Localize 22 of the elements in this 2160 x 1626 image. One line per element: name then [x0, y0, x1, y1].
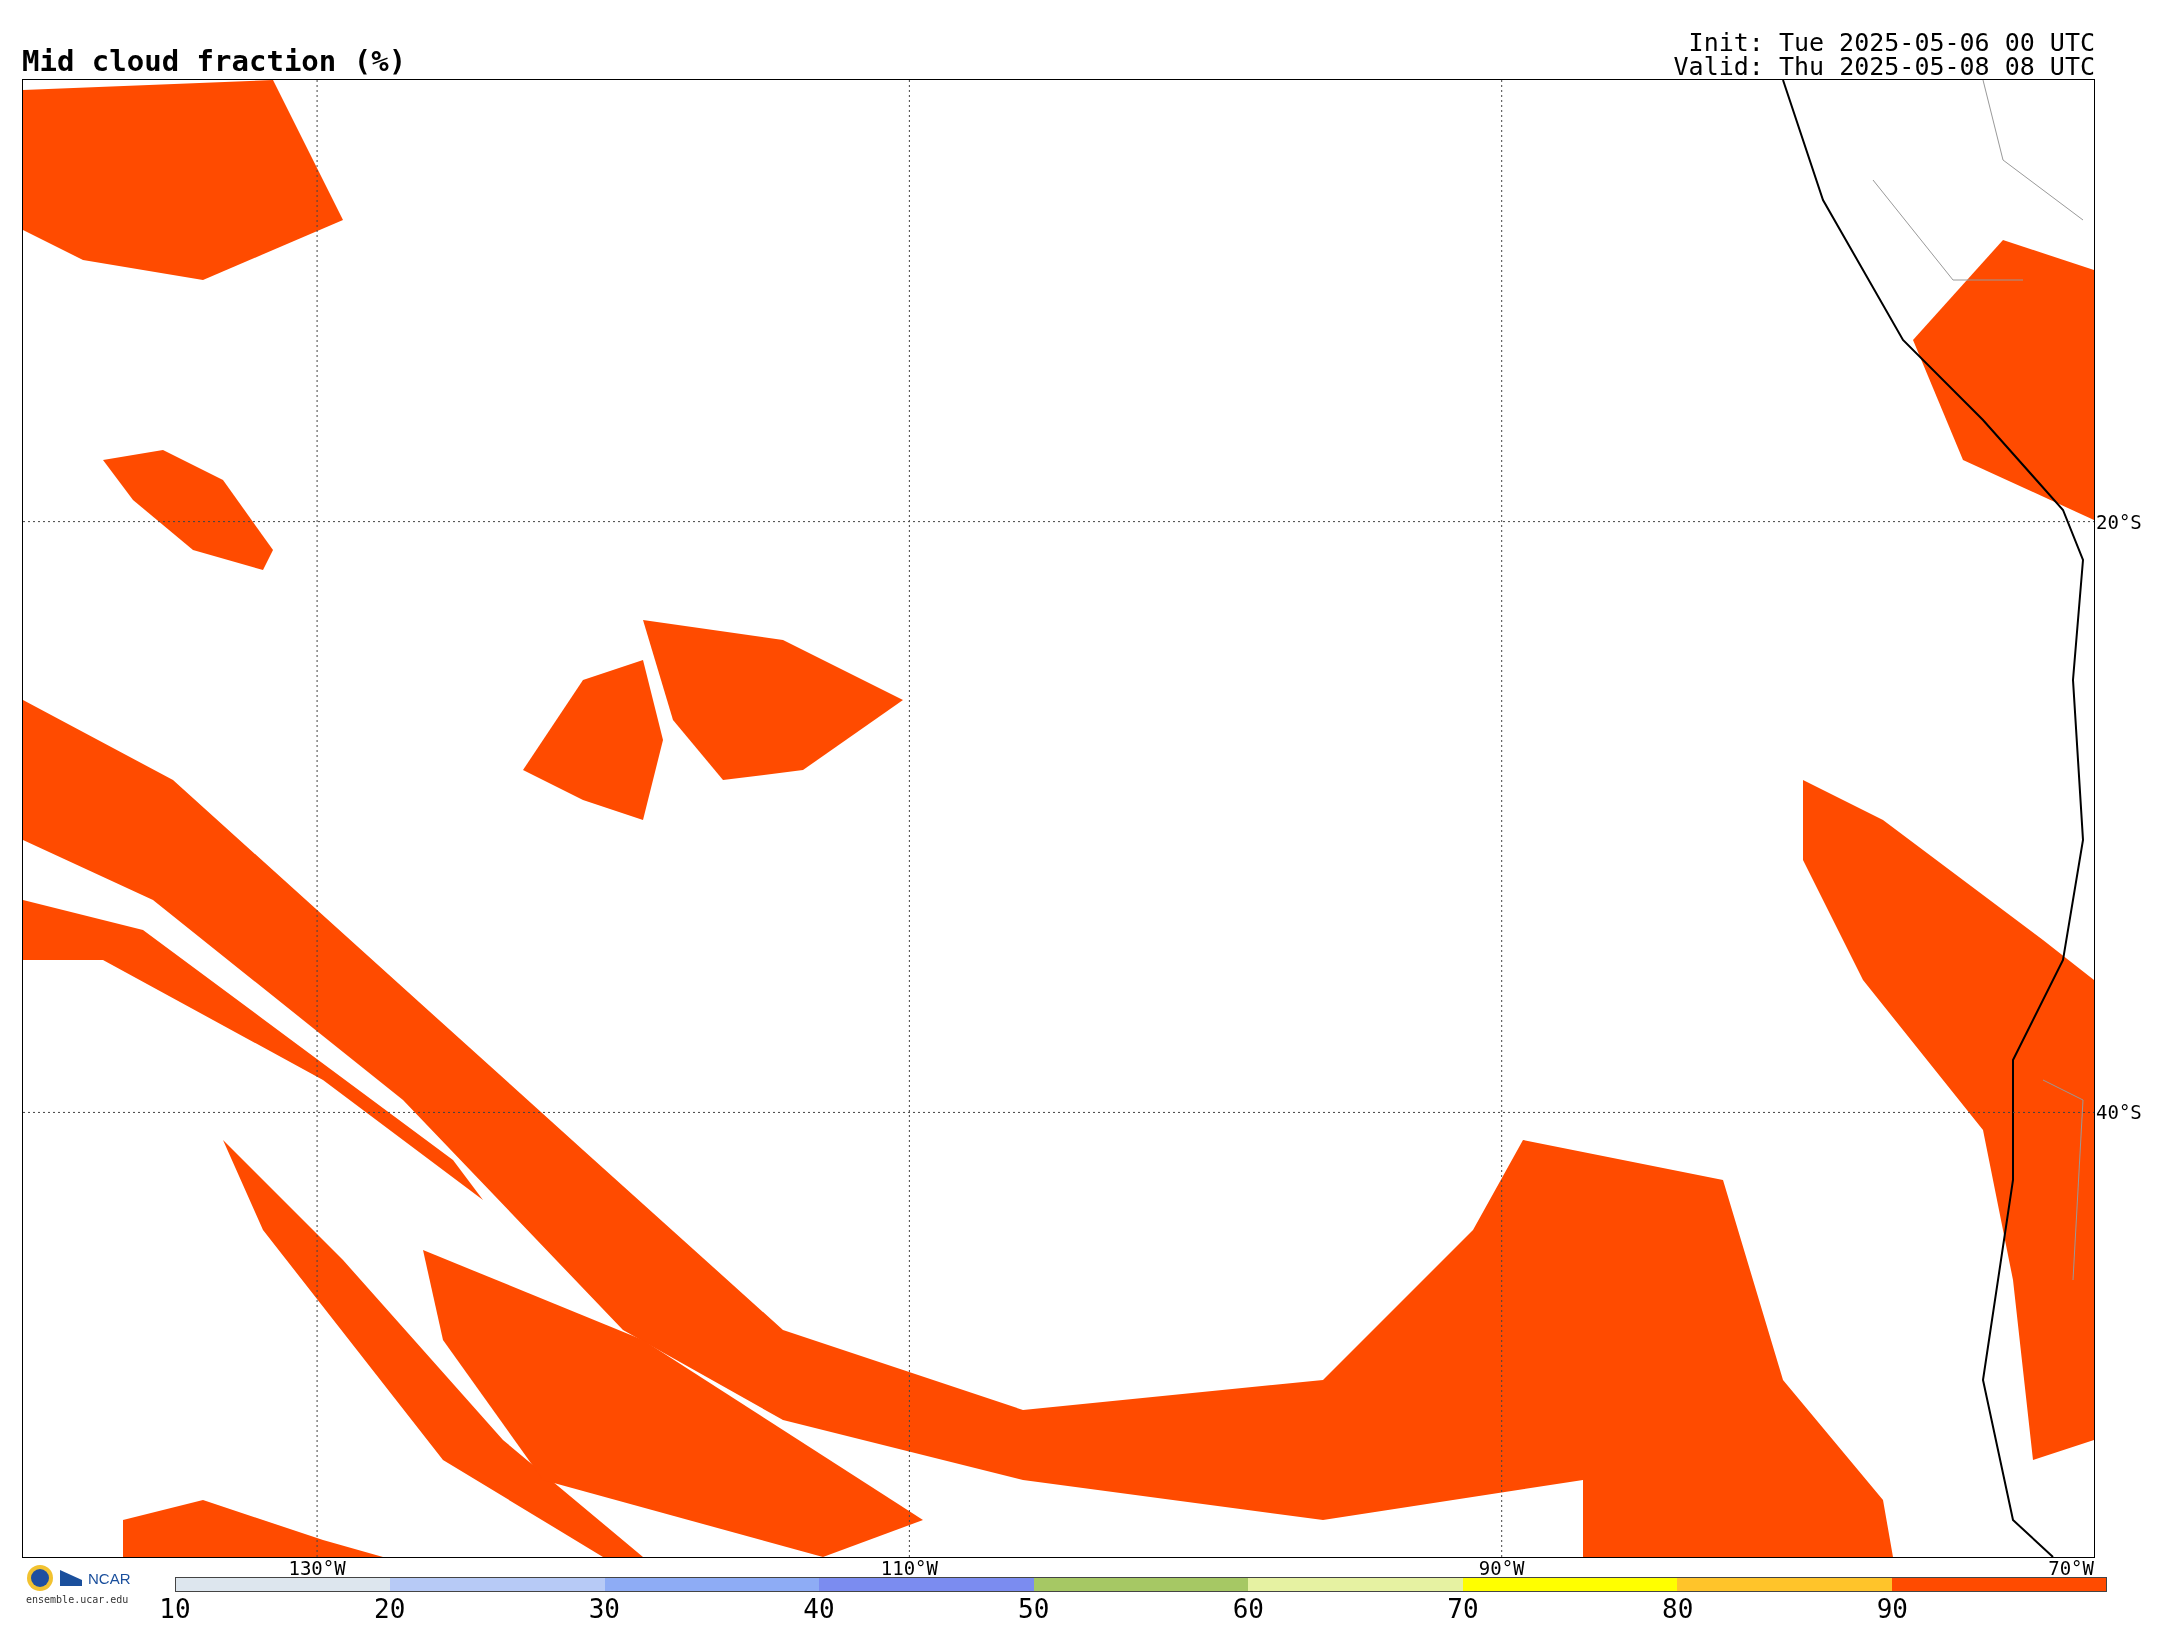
- init-time: Init: Tue 2025-05-06 00 UTC: [1688, 31, 2095, 55]
- latitude-label: 20°S: [2095, 510, 2142, 533]
- scale-label: 60: [1232, 1594, 1264, 1624]
- scale-label: 50: [1018, 1594, 1050, 1624]
- globe-icon: [26, 1564, 54, 1592]
- map-title: Mid cloud fraction (%): [22, 45, 407, 79]
- longitude-label: 90°W: [1478, 1557, 1525, 1579]
- logo-text: NCAR: [88, 1569, 131, 1587]
- scale-label: 90: [1876, 1594, 1908, 1624]
- site-url: ensemble.ucar.edu: [26, 1594, 129, 1605]
- scale-label: 40: [803, 1594, 835, 1624]
- longitude-label: 70°W: [2048, 1557, 2094, 1579]
- scale-label: 70: [1447, 1594, 1479, 1624]
- logo-icon: [60, 1570, 82, 1586]
- scale-label: 30: [588, 1594, 620, 1624]
- longitude-label: 110°W: [880, 1557, 938, 1579]
- valid-time: Valid: Thu 2025-05-08 08 UTC: [1673, 55, 2095, 79]
- latitude-label: 40°S: [2095, 1101, 2142, 1124]
- longitude-label: 130°W: [288, 1557, 346, 1579]
- scale-label: 80: [1662, 1594, 1694, 1624]
- scale-label: 10: [159, 1594, 191, 1624]
- scale-label: 20: [374, 1594, 406, 1624]
